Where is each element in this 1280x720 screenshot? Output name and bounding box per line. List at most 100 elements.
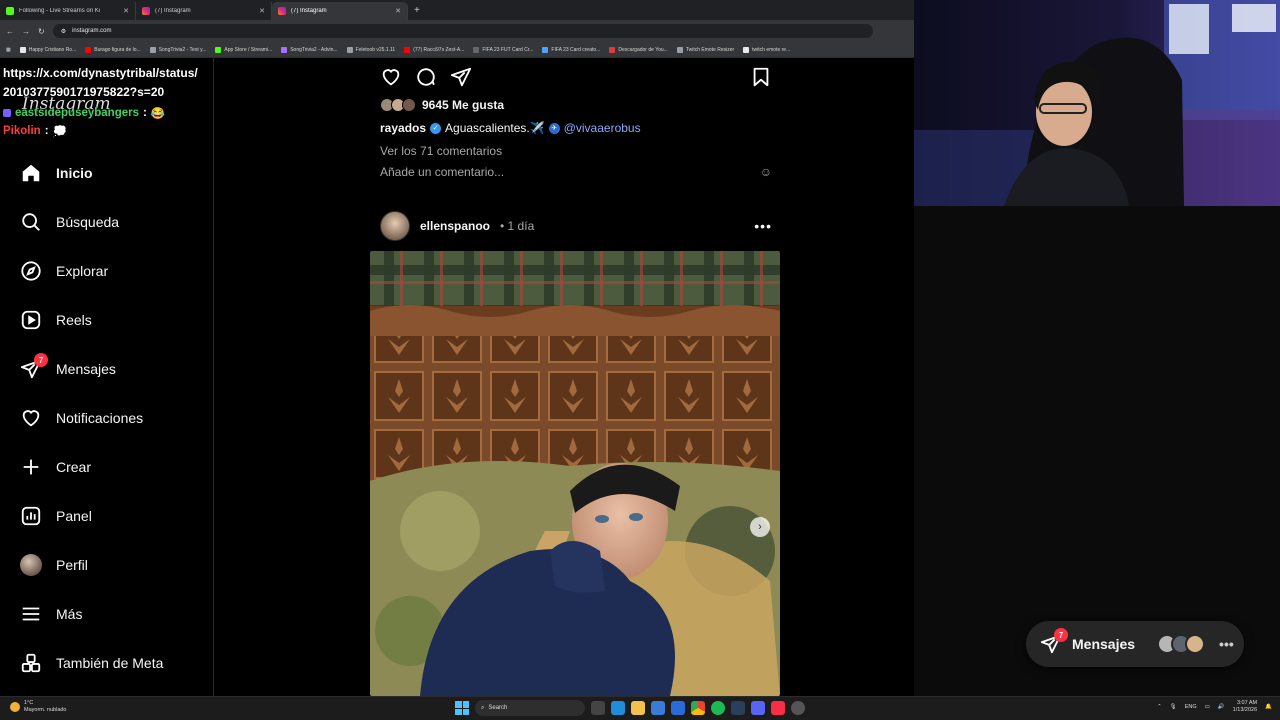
steam-icon[interactable] — [731, 701, 745, 715]
windows-taskbar: 1°C Mayorm. nublado ⌕ Search ⌃ 🎙 ENG ▭ 🔊… — [0, 696, 1280, 720]
file-explorer-icon[interactable] — [631, 701, 645, 715]
sidebar-item-notificaciones[interactable]: Notificaciones — [20, 405, 143, 431]
close-tab-icon[interactable]: ✕ — [123, 7, 129, 15]
mail-icon[interactable] — [671, 701, 685, 715]
globe-favicon-icon — [149, 46, 156, 53]
bookmark-label: Happy Cristiano Ro... — [28, 46, 77, 53]
bookmark-label: FIFA 23 Card creato... — [551, 46, 601, 53]
unread-badge: 7 — [1054, 628, 1068, 642]
weather-widget[interactable]: 1°C Mayorm. nublado — [10, 700, 67, 714]
taskbar-search-label: Search — [488, 705, 508, 711]
messenger-icon: 7 — [20, 353, 48, 380]
sidebar-item-busqueda[interactable]: Búsqueda — [20, 209, 119, 235]
close-tab-icon[interactable]: ✕ — [395, 7, 401, 15]
store-icon[interactable] — [651, 701, 665, 715]
likes-count[interactable]: 9645 Me gusta — [380, 98, 504, 112]
comment-bubble-icon[interactable] — [415, 66, 437, 88]
volume-icon[interactable]: 🔊 — [1218, 704, 1225, 710]
caption-mention[interactable]: @vivaaerobus — [564, 121, 641, 135]
windows-start-icon[interactable] — [455, 701, 469, 715]
view-comments-link[interactable]: Ver los 71 comentarios — [380, 144, 502, 158]
compass-icon — [20, 260, 42, 282]
like-heart-icon[interactable] — [380, 66, 402, 88]
post-author-avatar[interactable] — [380, 211, 410, 241]
sidebar-item-label: Más — [56, 606, 83, 622]
sidebar-item-reels[interactable]: Reels — [20, 307, 92, 333]
bookmark-save-icon[interactable] — [750, 66, 772, 88]
messages-floating-button[interactable]: 7 Mensajes ••• — [1026, 621, 1244, 667]
comment-input[interactable]: Añade un comentario... — [380, 165, 504, 179]
bookmarks-bar: ▦ Happy Cristiano Ro... Burago figura de… — [0, 42, 914, 58]
tray-chevron-icon[interactable]: ⌃ — [1157, 704, 1162, 710]
mention-avatar-icon: ✈ — [548, 122, 560, 134]
reload-icon[interactable]: ↻ — [38, 27, 45, 36]
notifications-bell-icon[interactable]: 🔔 — [1265, 704, 1272, 710]
bookmark-label: SongTrivia2 - Advin... — [290, 46, 338, 53]
fifa-favicon-icon — [542, 46, 549, 53]
sidebar-item-inicio[interactable]: Inicio — [20, 160, 93, 186]
more-dots-icon[interactable]: ••• — [1219, 636, 1234, 652]
search-icon — [20, 211, 42, 233]
chat-url-line: https://x.com/dynastytribal/status/ — [3, 66, 198, 80]
chat-message: Pikolin : 💭 — [3, 124, 213, 138]
caption-username[interactable]: rayados — [380, 121, 426, 135]
sidebar-item-crear[interactable]: Crear — [20, 454, 91, 480]
site-settings-icon[interactable]: ⚙ — [61, 28, 66, 35]
sidebar-item-panel[interactable]: Panel — [20, 503, 92, 529]
carousel-next-chevron-icon[interactable]: › — [750, 517, 770, 537]
bookmark-item[interactable]: SongTrivia2 - Test y... — [149, 46, 206, 53]
spotify-icon[interactable] — [711, 701, 725, 715]
bookmark-item[interactable]: Twitch Emote Resizer — [676, 46, 734, 53]
bookmark-item[interactable]: SongTrivia2 - Advin... — [281, 46, 338, 53]
sidebar-item-tambien-de-meta[interactable]: También de Meta — [20, 650, 163, 676]
share-paper-plane-icon[interactable] — [450, 66, 472, 88]
bookmark-label: Feletoob v25.1.11 — [355, 46, 396, 53]
edge-icon[interactable] — [611, 701, 625, 715]
heart-icon — [20, 407, 42, 429]
bookmark-item[interactable]: Burago figura de lo... — [85, 46, 141, 53]
address-bar[interactable]: ⚙ instagram.com — [52, 24, 873, 38]
more-options-icon[interactable]: ••• — [754, 218, 772, 234]
stream-chat-overlay: https://x.com/dynastytribal/status/ 2010… — [3, 64, 213, 138]
bookmark-item[interactable]: FIFA 23 FUT Card Cr... — [473, 46, 533, 53]
sidebar-item-explorar[interactable]: Explorar — [20, 258, 108, 284]
bookmark-item[interactable]: Descargador de You... — [609, 46, 668, 53]
language-indicator[interactable]: ENG — [1185, 704, 1197, 710]
weather-desc: Mayorm. nublado — [24, 707, 67, 713]
back-arrow-icon[interactable]: ← — [6, 27, 14, 36]
chat-username: eastsidepuseybangers — [15, 107, 140, 119]
post-username[interactable]: ellenspanoo — [420, 219, 490, 233]
tab-title: Following - Live Streams on Ki — [19, 8, 101, 14]
microphone-icon[interactable]: 🎙 — [1170, 704, 1177, 710]
clock[interactable]: 3:07 AM 1/13/2026 — [1233, 700, 1257, 714]
apps-grid-icon[interactable]: ▦ — [6, 47, 11, 53]
new-tab-button[interactable]: + — [408, 5, 426, 16]
post-photo[interactable]: › — [370, 251, 780, 696]
bookmark-item[interactable]: Feletoob v25.1.11 — [346, 46, 396, 53]
liker-avatar — [402, 98, 416, 112]
bookmark-item[interactable]: twitch emote re... — [743, 46, 790, 53]
music-icon[interactable] — [771, 701, 785, 715]
close-tab-icon[interactable]: ✕ — [259, 7, 265, 15]
app-icon[interactable] — [791, 701, 805, 715]
chrome-icon[interactable] — [691, 701, 705, 715]
browser-tab[interactable]: (7) Instagram ✕ — [136, 2, 272, 20]
post-action-bar — [380, 66, 772, 88]
sidebar-item-perfil[interactable]: Perfil — [20, 552, 88, 578]
task-view-icon[interactable] — [591, 701, 605, 715]
bookmark-item[interactable]: App Store / Streami... — [215, 46, 272, 53]
taskbar-search[interactable]: ⌕ Search — [475, 700, 585, 716]
forward-arrow-icon[interactable]: → — [22, 27, 30, 36]
browser-tab-active[interactable]: (7) Instagram ✕ — [272, 2, 408, 20]
browser-tab[interactable]: Following - Live Streams on Ki ✕ — [0, 2, 136, 20]
bookmark-item[interactable]: Happy Cristiano Ro... — [19, 46, 77, 53]
chat-badge-icon — [3, 109, 11, 117]
songtrivia-favicon-icon — [281, 46, 288, 53]
discord-icon[interactable] — [751, 701, 765, 715]
bookmark-item[interactable]: FIFA 23 Card creato... — [542, 46, 601, 53]
sidebar-item-mas[interactable]: Más — [20, 601, 82, 627]
emoji-smiley-icon[interactable]: ☺ — [760, 165, 772, 179]
network-icon[interactable]: ▭ — [1205, 704, 1210, 710]
bookmark-item[interactable]: (77) Racci97s Zest-A... — [404, 46, 464, 53]
sidebar-item-mensajes[interactable]: 7 Mensajes — [20, 353, 116, 382]
